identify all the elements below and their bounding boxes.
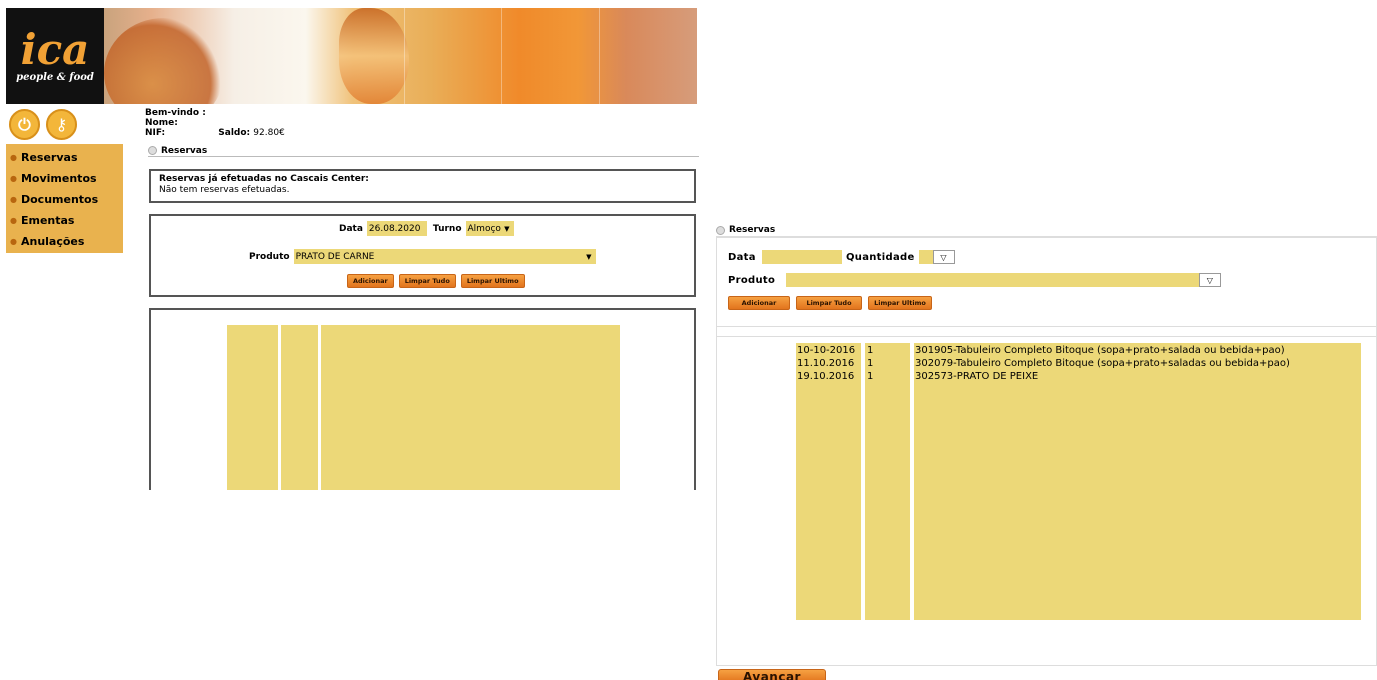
- turno-select[interactable]: Almoço ▼: [465, 221, 514, 236]
- produto-label: Produto: [249, 251, 290, 262]
- limpar-ultimo-button[interactable]: Limpar Ultimo: [868, 296, 932, 310]
- data-input[interactable]: 26.08.2020: [366, 221, 427, 236]
- data-label: Data: [339, 223, 363, 234]
- section-header: Reservas: [148, 145, 699, 157]
- section-title: Reservas: [729, 225, 776, 235]
- section-header: Reservas: [716, 224, 1377, 237]
- avancar-button[interactable]: Avançar: [718, 669, 826, 680]
- list-column-date: [796, 343, 861, 620]
- quantidade-label: Quantidade: [846, 251, 915, 263]
- row-2-product: 302079-Tabuleiro Completo Bitoque (sopa+…: [915, 358, 1290, 369]
- section-title: Reservas: [161, 145, 208, 156]
- chevron-down-icon: ▼: [504, 224, 510, 233]
- row-3-qty: 1: [867, 371, 874, 382]
- saldo-value: 92.80€: [253, 128, 285, 138]
- chevron-down-icon: ▼: [586, 252, 592, 261]
- reservation-form: Data 26.08.2020 Turno Almoço ▼ Produto PR…: [149, 214, 696, 297]
- produto-select[interactable]: PRATO DE CARNE ▼: [293, 249, 596, 264]
- chevron-down-icon: ▽: [1206, 275, 1214, 285]
- limpar-ultimo-button[interactable]: Limpar Ultimo: [460, 274, 525, 288]
- section-icon: [716, 225, 725, 235]
- adicionar-button[interactable]: Adicionar: [728, 296, 790, 310]
- list-column-qty: [865, 343, 910, 620]
- row-1-qty: 1: [867, 345, 874, 356]
- info-text: Não tem reservas efetuadas.: [159, 185, 290, 195]
- left-app-window: ica people & food ⏻ ⚷ ● Reservas ● Movimen…: [0, 0, 700, 490]
- list-column-qty: [281, 325, 318, 490]
- reservation-form: Data Quantidade ▽ Produto ▽ Adicionar Li…: [716, 237, 1377, 337]
- adicionar-button[interactable]: Adicionar: [347, 274, 394, 288]
- sidebar-item-movimentos[interactable]: ● Movimentos: [6, 168, 123, 189]
- section-icon: [148, 146, 157, 155]
- list-column-date: [227, 325, 278, 490]
- limpar-tudo-button[interactable]: Limpar Tudo: [398, 274, 456, 288]
- chevron-down-icon: ▽: [940, 252, 947, 262]
- right-app-window: Reservas Data Quantidade ▽ Produto ▽ Adi…: [713, 220, 1377, 680]
- produto-select[interactable]: ▽: [1199, 273, 1221, 287]
- logo: ica people & food: [6, 8, 104, 104]
- reservations-list: 10-10-2016 1 301905-Tabuleiro Completo B…: [716, 326, 1377, 666]
- row-3-product: 302573-PRATO DE PEIXE: [915, 371, 1039, 382]
- row-2-qty: 1: [867, 358, 874, 369]
- name-label: Nome:: [145, 118, 178, 128]
- sidebar-item-documentos[interactable]: ● Documentos: [6, 189, 123, 210]
- row-2-date: 11.10.2016: [797, 358, 855, 369]
- banner-image: [104, 8, 697, 104]
- bullet-icon: ●: [10, 174, 17, 183]
- sidebar-item-ementas[interactable]: ● Ementas: [6, 210, 123, 231]
- row-1-date: 10-10-2016: [797, 345, 856, 356]
- user-info: Bem-vindo : Nome: NIF: Saldo: 92.80€: [145, 108, 285, 138]
- sidebar-item-reservas[interactable]: ● Reservas: [6, 147, 123, 168]
- bullet-icon: ●: [10, 216, 17, 225]
- list-column-product: [914, 343, 1361, 620]
- data-input[interactable]: [762, 250, 842, 264]
- logo-text: ica: [20, 24, 90, 74]
- limpar-tudo-button[interactable]: Limpar Tudo: [796, 296, 862, 310]
- produto-label: Produto: [728, 274, 776, 286]
- power-icon[interactable]: ⏻: [9, 109, 40, 140]
- reservations-list: [149, 308, 696, 490]
- bullet-icon: ●: [10, 237, 17, 246]
- saldo-label: Saldo:: [218, 128, 251, 138]
- header-banner: ica people & food: [6, 8, 697, 104]
- sidebar-item-anulacoes[interactable]: ● Anulações: [6, 231, 123, 252]
- bullet-icon: ●: [10, 195, 17, 204]
- info-title: Reservas já efetuadas no Cascais Center:: [159, 174, 369, 184]
- reservations-info-box: Reservas já efetuadas no Cascais Center:…: [149, 169, 696, 203]
- welcome-label: Bem-vindo :: [145, 108, 206, 118]
- turno-label: Turno: [432, 223, 462, 234]
- data-label: Data: [728, 251, 756, 263]
- bullet-icon: ●: [10, 153, 17, 162]
- nif-label: NIF:: [145, 128, 166, 138]
- produto-input[interactable]: [786, 273, 1199, 287]
- quantidade-select[interactable]: ▽: [932, 250, 955, 264]
- key-icon[interactable]: ⚷: [46, 109, 77, 140]
- row-3-date: 19.10.2016: [797, 371, 855, 382]
- quantidade-input[interactable]: [918, 250, 933, 264]
- list-column-product: [321, 325, 620, 490]
- logo-subtitle: people & food: [16, 71, 94, 83]
- sidebar-menu: ● Reservas ● Movimentos ● Documentos ● Ement…: [6, 144, 123, 253]
- row-1-product: 301905-Tabuleiro Completo Bitoque (sopa+…: [915, 345, 1285, 356]
